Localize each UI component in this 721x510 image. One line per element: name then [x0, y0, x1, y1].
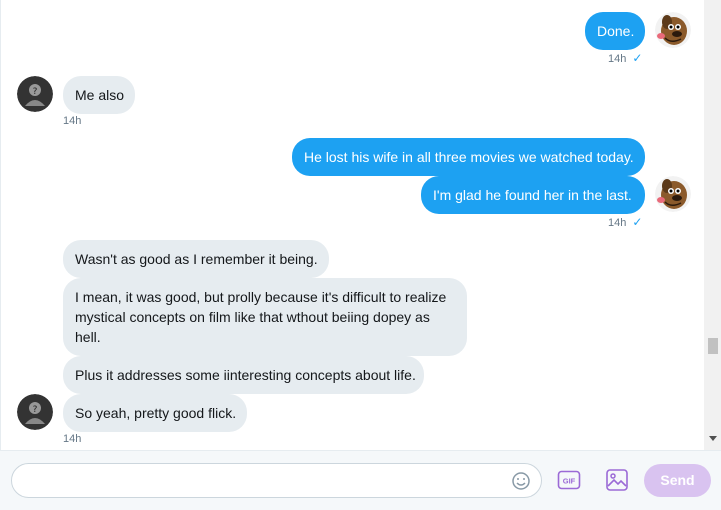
timestamp: 14h	[608, 53, 627, 65]
message-text: I mean, it was good, but prolly because …	[75, 289, 447, 345]
message-received: I mean, it was good, but prolly because …	[63, 278, 467, 356]
scrollbar-thumb[interactable]	[708, 338, 718, 354]
contact-avatar[interactable]: ?	[17, 76, 53, 112]
message-sent: He lost his wife in all three movies we …	[292, 138, 645, 176]
message-sent: Done.	[585, 12, 645, 50]
svg-text:?: ?	[33, 87, 38, 97]
message-text: Done.	[597, 23, 635, 39]
message-text: I'm glad he found her in the last.	[433, 187, 632, 203]
composer-bar: GIF Send	[0, 450, 721, 510]
scroll-down-arrow-icon[interactable]	[709, 436, 717, 441]
contact-avatar[interactable]: ?	[17, 394, 53, 430]
message-meta: 14h	[63, 432, 81, 446]
message-text: He lost his wife in all three movies we …	[304, 149, 634, 165]
message-text: Me also	[75, 87, 125, 103]
read-receipt-icon: ✓	[632, 51, 643, 65]
message-text: Plus it addresses some iinteresting conc…	[75, 367, 416, 383]
user-avatar[interactable]	[655, 12, 691, 48]
image-icon[interactable]	[605, 468, 629, 492]
message-meta: 14h ✓	[608, 51, 642, 66]
message-meta: 14h ✓	[608, 215, 642, 230]
timestamp: 14h	[608, 217, 627, 229]
message-received: So yeah, pretty good flick.	[63, 394, 247, 432]
message-input[interactable]	[26, 471, 510, 493]
message-text: Wasn't as good as I remember it being.	[75, 251, 318, 267]
message-received: Me also	[63, 76, 135, 114]
read-receipt-icon: ✓	[632, 215, 643, 229]
svg-text:?: ?	[33, 405, 38, 415]
message-received: Wasn't as good as I remember it being.	[63, 240, 329, 278]
emoji-icon[interactable]	[511, 471, 531, 496]
gif-button[interactable]: GIF	[557, 468, 581, 492]
send-button[interactable]: Send	[644, 464, 711, 497]
conversation-thread: Done. 14h ✓ ? Me also 14h He lost his wi…	[0, 0, 705, 450]
message-meta: 14h	[63, 114, 81, 128]
message-composer[interactable]	[11, 463, 542, 498]
gif-label: GIF	[563, 477, 576, 486]
message-text: So yeah, pretty good flick.	[75, 405, 237, 421]
scrollbar[interactable]	[704, 0, 721, 450]
message-sent: I'm glad he found her in the last.	[421, 176, 645, 214]
timestamp: 14h	[63, 115, 82, 127]
timestamp: 14h	[63, 433, 82, 445]
message-received: Plus it addresses some iinteresting conc…	[63, 356, 424, 394]
user-avatar[interactable]	[655, 176, 691, 212]
